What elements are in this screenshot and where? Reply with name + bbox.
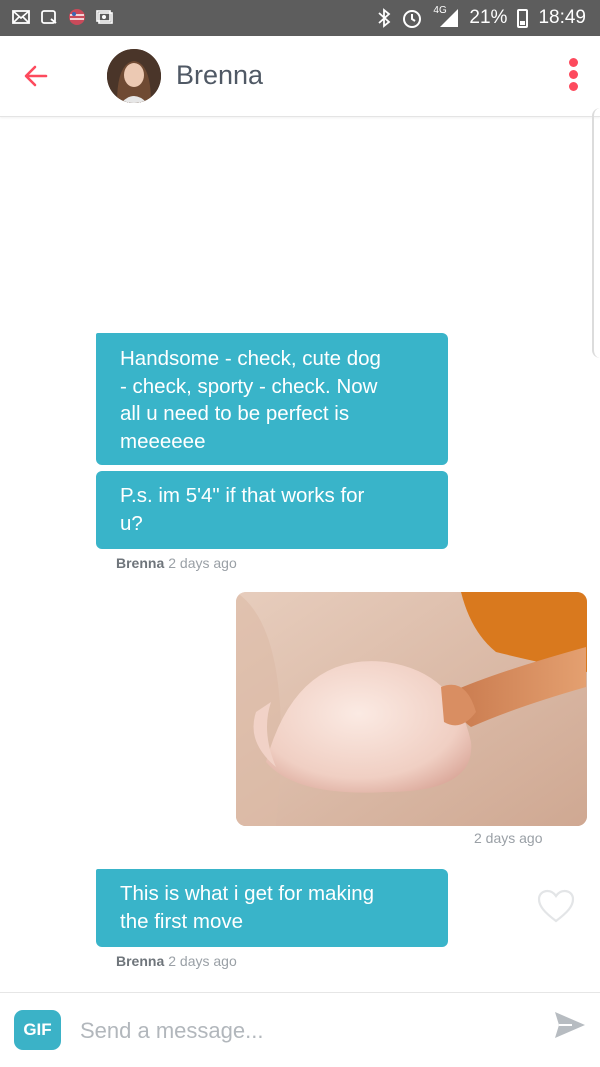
like-heart-icon[interactable] [536,888,576,924]
message-input[interactable] [78,1009,522,1053]
message-meta: Brenna 2 days ago [116,555,237,571]
scroll-indicator [592,108,600,358]
message-time: 2 days ago [168,555,237,571]
chat-header: Brenna [0,36,600,117]
message-bubble[interactable]: Handsome - check, cute dog - check, spor… [96,333,448,465]
message-line: Handsome - check, cute dog [120,347,381,370]
message-line: P.s. im 5'4" if that works for [120,484,365,507]
globe-icon [69,9,85,25]
status-bar: 4G 21% 18:49 [0,0,600,36]
back-arrow-icon[interactable] [20,60,52,92]
message-line: the first move [120,909,244,933]
gallery-icon [96,10,113,24]
message-line: - check, sporty - check. Now [120,374,378,398]
message-meta: Brenna 2 days ago [116,953,237,969]
signal-indicator: 4G [433,5,459,29]
screenshot-icon [41,10,57,24]
alarm-icon [403,10,422,28]
message-line: meeeeee [120,429,206,453]
mail-icon [12,10,30,24]
kebab-menu-icon[interactable] [566,58,580,94]
contact-name[interactable]: Brenna [176,60,263,91]
message-composer: GIF [0,992,600,1067]
signal-icon [440,9,459,27]
message-bubble[interactable]: P.s. im 5'4" if that works for u? [96,471,448,549]
message-time: 2 days ago [474,830,543,846]
photo-image [236,592,587,826]
message-line: This is what i get for making [120,882,375,905]
send-icon[interactable] [552,1007,588,1043]
message-line: all u need to be perfect is [120,402,350,425]
sent-photo[interactable] [236,592,587,826]
bluetooth-icon [378,8,391,28]
message-bubble[interactable]: This is what i get for making the first … [96,869,448,947]
avatar[interactable] [107,49,161,103]
message-line: u? [120,511,143,535]
gif-button[interactable]: GIF [14,1010,61,1050]
sender-name: Brenna [116,953,165,969]
battery-icon [517,8,529,28]
message-time: 2 days ago [168,953,237,969]
sender-name: Brenna [116,555,165,571]
battery-percent: 21% [469,7,508,28]
clock: 18:49 [538,7,586,28]
avatar-portrait [107,49,161,103]
